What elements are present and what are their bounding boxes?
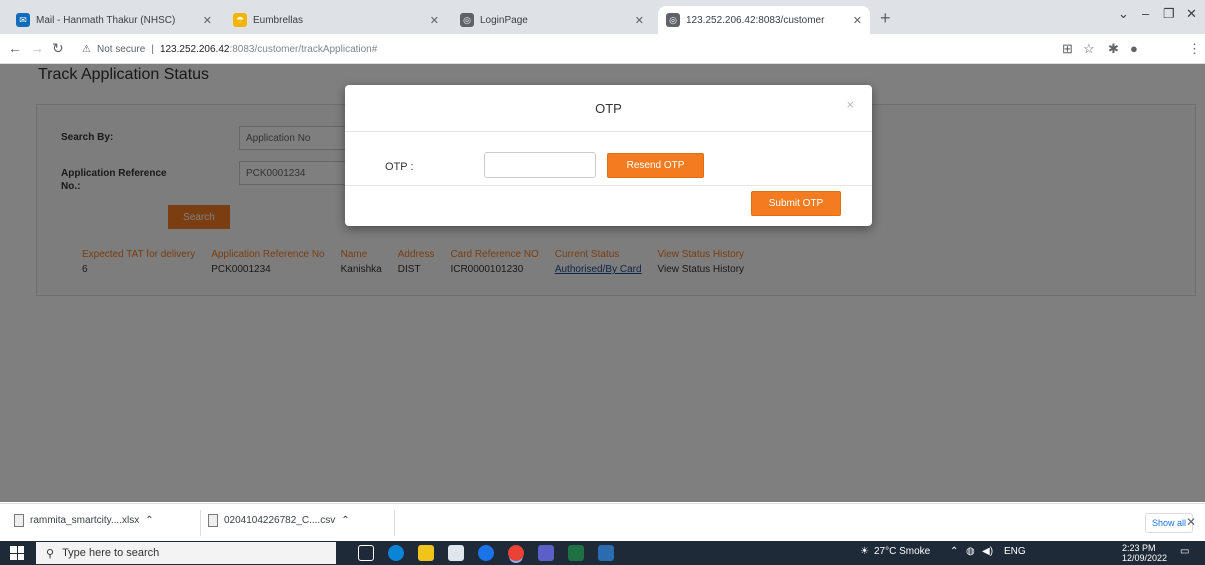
otp-modal: OTP × OTP : Resend OTP Submit OTP bbox=[345, 85, 872, 226]
weather-text[interactable]: 27°C Smoke bbox=[874, 546, 930, 557]
modal-title: OTP bbox=[595, 101, 622, 116]
otp-input[interactable] bbox=[484, 152, 596, 178]
url-path: :8083/customer/trackApplication# bbox=[229, 43, 378, 55]
close-tab-icon[interactable]: ✕ bbox=[635, 14, 644, 27]
file-icon bbox=[208, 514, 218, 527]
warning-icon[interactable]: ⚠ bbox=[82, 44, 91, 55]
profile-icon[interactable]: ● bbox=[1130, 41, 1138, 56]
clock-time: 2:23 PM bbox=[1122, 543, 1156, 553]
separator: | bbox=[151, 43, 154, 55]
network-icon[interactable]: ◍ bbox=[966, 546, 975, 557]
tab-title: LoginPage bbox=[480, 14, 528, 26]
url-host: 123.252.206.42 bbox=[159, 43, 230, 55]
close-window-icon[interactable]: ✕ bbox=[1186, 6, 1197, 22]
reload-icon[interactable]: ↻ bbox=[52, 40, 64, 57]
search-icon: ⚲ bbox=[46, 547, 55, 560]
new-tab-icon[interactable]: + bbox=[880, 8, 891, 29]
chrome-icon[interactable] bbox=[478, 545, 494, 561]
browser-toolbar: ← → ↻ ⚠ Not secure | 123.252.206.42:8083… bbox=[0, 34, 1205, 64]
close-tab-icon[interactable]: ✕ bbox=[203, 14, 212, 27]
tab-title: Mail - Hanmath Thakur (NHSC) bbox=[36, 14, 176, 26]
close-tab-icon[interactable]: ✕ bbox=[430, 14, 439, 27]
file-icon bbox=[14, 514, 24, 527]
download-item[interactable]: 0204104226782_C....csv ⌃ bbox=[208, 514, 350, 527]
tab-title: Eumbrellas bbox=[253, 14, 304, 26]
download-filename: rammita_smartcity....xlsx bbox=[30, 515, 140, 526]
divider bbox=[345, 185, 872, 186]
language-indicator[interactable]: ENG bbox=[1004, 546, 1026, 557]
globe-icon: ◎ bbox=[460, 13, 474, 27]
search-placeholder: Type here to search bbox=[62, 547, 160, 559]
globe-icon: ◎ bbox=[666, 13, 680, 27]
divider bbox=[200, 510, 201, 536]
chevron-up-icon[interactable]: ⌃ bbox=[341, 515, 349, 526]
tab-loginpage[interactable]: ◎ LoginPage ✕ bbox=[452, 6, 652, 34]
app-icon[interactable] bbox=[598, 545, 614, 561]
file-explorer-icon[interactable] bbox=[418, 545, 434, 561]
tab-title: 123.252.206.42:8083/customer bbox=[686, 14, 825, 26]
resend-otp-button[interactable]: Resend OTP bbox=[607, 153, 704, 178]
download-item[interactable]: rammita_smartcity....xlsx ⌃ bbox=[14, 514, 154, 527]
close-icon[interactable]: ✕ bbox=[1186, 515, 1196, 529]
taskbar-clock[interactable]: 2:23 PM 12/09/2022 bbox=[1122, 543, 1167, 563]
volume-icon[interactable]: ◀) bbox=[982, 546, 993, 557]
tab-eumbrellas[interactable]: ☂ Eumbrellas ✕ bbox=[225, 6, 447, 34]
close-icon[interactable]: × bbox=[846, 97, 854, 112]
tab-search-icon[interactable]: ⌄ bbox=[1118, 6, 1129, 22]
minimize-icon[interactable]: – bbox=[1142, 6, 1149, 21]
browser-tabstrip: ✉ Mail - Hanmath Thakur (NHSC) ✕ ☂ Eumbr… bbox=[0, 0, 1205, 34]
divider bbox=[394, 510, 395, 536]
install-app-icon[interactable]: ⊞ bbox=[1062, 41, 1073, 57]
close-tab-icon[interactable]: ✕ bbox=[853, 14, 862, 27]
extensions-icon[interactable]: ✱ bbox=[1108, 41, 1119, 57]
task-view-icon[interactable] bbox=[358, 545, 374, 561]
edge-icon[interactable] bbox=[388, 545, 404, 561]
chrome-active-icon[interactable] bbox=[508, 545, 524, 561]
taskbar-search[interactable]: ⚲ Type here to search bbox=[36, 542, 336, 564]
bookmark-star-icon[interactable]: ☆ bbox=[1083, 41, 1095, 57]
submit-otp-button[interactable]: Submit OTP bbox=[751, 191, 841, 216]
umbrella-icon: ☂ bbox=[233, 13, 247, 27]
address-bar[interactable]: ⚠ Not secure | 123.252.206.42:8083/custo… bbox=[82, 38, 1042, 60]
clock-date: 12/09/2022 bbox=[1122, 553, 1168, 563]
otp-label: OTP : bbox=[385, 161, 414, 173]
restore-icon[interactable]: ❐ bbox=[1163, 6, 1175, 22]
menu-icon[interactable]: ⋮ bbox=[1188, 41, 1201, 57]
back-icon[interactable]: ← bbox=[8, 40, 22, 56]
not-secure-label[interactable]: Not secure bbox=[97, 44, 145, 55]
modal-header: OTP × bbox=[345, 85, 872, 132]
forward-icon[interactable]: → bbox=[30, 40, 44, 56]
tray-chevron-icon[interactable]: ⌃ bbox=[950, 546, 958, 557]
tab-customer[interactable]: ◎ 123.252.206.42:8083/customer ✕ bbox=[658, 6, 870, 34]
weather-icon[interactable]: ☀ bbox=[860, 546, 869, 557]
notification-icon[interactable]: ▭ bbox=[1180, 546, 1189, 557]
download-filename: 0204104226782_C....csv bbox=[224, 515, 336, 526]
excel-icon[interactable] bbox=[568, 545, 584, 561]
outlook-icon: ✉ bbox=[16, 13, 30, 27]
mail-icon[interactable] bbox=[448, 545, 464, 561]
downloads-bar: rammita_smartcity....xlsx ⌃ 020410422678… bbox=[0, 503, 1205, 541]
teams-icon[interactable] bbox=[538, 545, 554, 561]
tab-mail[interactable]: ✉ Mail - Hanmath Thakur (NHSC) ✕ bbox=[8, 6, 220, 34]
windows-start-icon[interactable] bbox=[10, 546, 24, 560]
windows-taskbar: ⚲ Type here to search ☀ 27°C Smoke ⌃ ◍ ◀… bbox=[0, 541, 1205, 565]
chevron-up-icon[interactable]: ⌃ bbox=[145, 515, 153, 526]
